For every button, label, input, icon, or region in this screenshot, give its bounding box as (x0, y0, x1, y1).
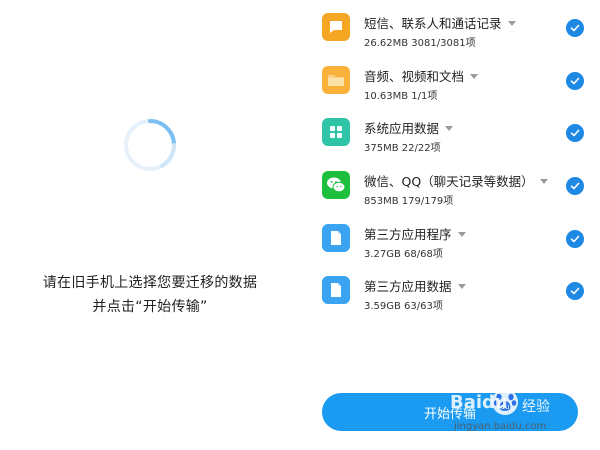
chevron-down-icon[interactable] (457, 232, 466, 237)
file-icon (322, 224, 350, 252)
data-category-title[interactable]: 第三方应用程序 (364, 224, 466, 243)
data-category-size: 3.27GB 68/68项 (364, 249, 443, 260)
checkbox-checked-icon[interactable] (566, 72, 584, 90)
checkbox-checked-icon[interactable] (566, 282, 584, 300)
data-category-row[interactable]: 系统应用数据 375MB 22/22项 (300, 118, 600, 168)
data-category-row[interactable]: 第三方应用程序 3.27GB 68/68项 (300, 224, 600, 274)
chevron-down-icon[interactable] (457, 284, 466, 289)
data-category-size: 3.59GB 63/63项 (364, 301, 443, 312)
checkbox-checked-icon[interactable] (566, 230, 584, 248)
data-selection-panel: 短信、联系人和通话记录 26.62MB 3081/3081项 音频、视频和文档 … (300, 0, 600, 450)
footnote-text (340, 440, 580, 450)
checkbox-checked-icon[interactable] (566, 177, 584, 195)
chevron-down-icon[interactable] (507, 21, 516, 26)
data-category-size: 853MB 179/179项 (364, 196, 454, 207)
checkbox-checked-icon[interactable] (566, 19, 584, 37)
data-category-row[interactable]: 微信、QQ（聊天记录等数据） 853MB 179/179项 (300, 171, 600, 221)
chevron-down-icon[interactable] (445, 126, 454, 131)
instruction-text-secondary: 并点击“开始传输” (92, 299, 208, 315)
data-category-row[interactable]: 音频、视频和文档 10.63MB 1/1项 (300, 66, 600, 116)
file-icon (322, 276, 350, 304)
data-category-label: 短信、联系人和通话记录 (364, 16, 502, 31)
loading-spinner-icon (124, 119, 177, 171)
data-category-label: 第三方应用程序 (364, 227, 452, 242)
start-transfer-button[interactable]: 开始传输 (322, 393, 578, 431)
instruction-text: 请在旧手机上选择您要迁移的数据 (42, 275, 258, 291)
data-category-row[interactable]: 短信、联系人和通话记录 26.62MB 3081/3081项 (300, 13, 600, 63)
message-icon (322, 13, 350, 41)
chevron-down-icon[interactable] (470, 74, 479, 79)
data-category-size: 375MB 22/22项 (364, 143, 441, 154)
data-category-label: 系统应用数据 (364, 121, 440, 136)
data-category-title[interactable]: 微信、QQ（聊天记录等数据） (364, 171, 548, 190)
data-category-title[interactable]: 音频、视频和文档 (364, 66, 479, 85)
folder-icon (322, 66, 350, 94)
data-category-title[interactable]: 第三方应用数据 (364, 276, 466, 295)
data-category-label: 音频、视频和文档 (364, 69, 465, 84)
data-category-row[interactable]: 第三方应用数据 3.59GB 63/63项 (300, 276, 600, 326)
data-category-label: 微信、QQ（聊天记录等数据） (364, 174, 534, 189)
waiting-panel: 请在旧手机上选择您要迁移的数据 并点击“开始传输” (0, 0, 300, 450)
apps-grid-icon (322, 118, 350, 146)
data-category-title[interactable]: 系统应用数据 (364, 118, 454, 137)
checkbox-checked-icon[interactable] (566, 124, 584, 142)
data-category-size: 26.62MB 3081/3081项 (364, 38, 476, 49)
data-category-title[interactable]: 短信、联系人和通话记录 (364, 13, 516, 32)
data-category-label: 第三方应用数据 (364, 279, 452, 294)
wechat-icon (322, 171, 350, 199)
data-category-size: 10.63MB 1/1项 (364, 91, 438, 102)
chevron-down-icon[interactable] (539, 179, 548, 184)
